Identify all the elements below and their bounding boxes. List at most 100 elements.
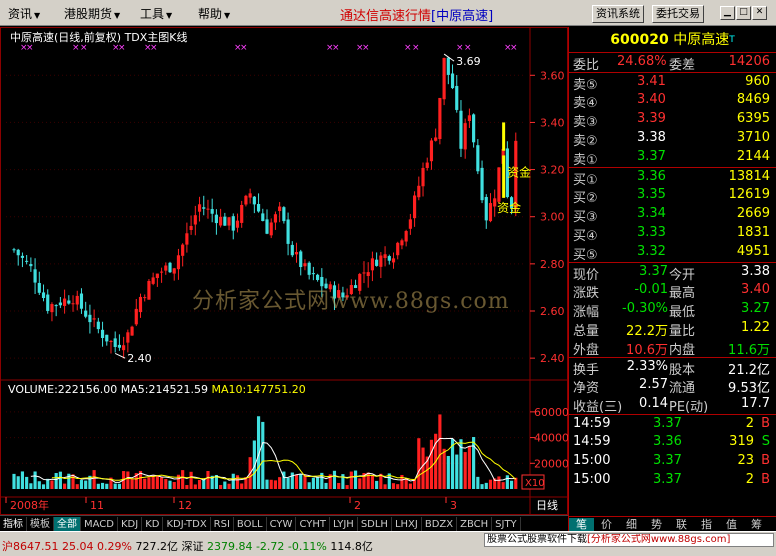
kline-chart: 3.60 3.40 3.20 3.00 2.80 2.60 2.40 60000 40000 20… bbox=[0, 27, 568, 515]
candle-body bbox=[408, 219, 412, 229]
candle-body bbox=[273, 214, 278, 223]
tab-sdlh[interactable]: SDLH bbox=[358, 517, 392, 531]
volume-tick-label: 60000 bbox=[534, 406, 568, 419]
volume-bar bbox=[105, 483, 109, 489]
volume-bar bbox=[58, 471, 62, 489]
volume-bar bbox=[63, 483, 67, 489]
tab-kdj-tdx[interactable]: KDJ-TDX bbox=[163, 517, 211, 531]
side-tab[interactable]: 指 bbox=[694, 518, 719, 531]
maximize-icon[interactable]: □ bbox=[736, 6, 751, 20]
candle-body bbox=[37, 282, 41, 293]
ad-banner[interactable]: 股票公式股票软件下载[分析家公式网www.88gs.com] bbox=[484, 533, 774, 547]
minimize-icon[interactable]: ▁ bbox=[720, 6, 735, 20]
volume-bar bbox=[235, 475, 240, 489]
side-tab[interactable]: 价 bbox=[594, 518, 619, 531]
tab-template[interactable]: 模板 bbox=[27, 517, 54, 531]
candle-body bbox=[425, 162, 429, 168]
candle-body bbox=[143, 297, 147, 299]
volume-bar bbox=[168, 480, 172, 489]
volume-bar bbox=[227, 483, 231, 489]
candle-body bbox=[54, 305, 58, 307]
candle-body bbox=[446, 57, 450, 75]
close-icon[interactable]: ✕ bbox=[752, 6, 767, 20]
side-tab[interactable]: 联 bbox=[669, 518, 694, 531]
candle-body bbox=[67, 300, 71, 304]
candle-body bbox=[383, 254, 387, 259]
volume-bar bbox=[197, 479, 202, 489]
tab-sjty[interactable]: SJTY bbox=[492, 517, 521, 531]
tab-macd[interactable]: MACD bbox=[81, 517, 118, 531]
menu-news[interactable]: 资讯 ▼ bbox=[8, 5, 40, 22]
candle-body bbox=[265, 219, 269, 234]
trade-button[interactable]: 委托交易 bbox=[652, 5, 704, 23]
trade-tick-row: 14:59 3.37 2 B bbox=[569, 414, 776, 433]
menu-hk-futures[interactable]: 港股期货 ▼ bbox=[64, 5, 120, 22]
candle-body bbox=[147, 280, 151, 300]
tab-all[interactable]: 全部 bbox=[54, 517, 81, 531]
tab-zbch[interactable]: ZBCH bbox=[457, 517, 493, 531]
candle-body bbox=[290, 244, 294, 256]
info-system-button[interactable]: 资讯系统 bbox=[592, 5, 644, 23]
candle-body bbox=[223, 216, 227, 226]
candle-body bbox=[105, 334, 109, 342]
volume-bar bbox=[50, 480, 54, 489]
volume-bar bbox=[92, 470, 96, 489]
month-label: 3 bbox=[450, 499, 457, 512]
menu-bar: 资讯 ▼ 港股期货 ▼ 工具 ▼ 帮助 ▼ 通达信高速行情[中原高速] 资讯系统 委托交… bbox=[0, 0, 776, 26]
volume-bar bbox=[130, 479, 134, 489]
candle-body bbox=[459, 110, 463, 149]
side-tab[interactable]: 值 bbox=[719, 518, 744, 531]
volume-bar bbox=[488, 479, 493, 489]
side-tab[interactable]: 细 bbox=[619, 518, 644, 531]
tab-rsi[interactable]: RSI bbox=[211, 517, 234, 531]
volume-bar bbox=[100, 482, 105, 489]
volume-bar bbox=[303, 474, 307, 489]
tab-kd[interactable]: KD bbox=[142, 517, 164, 531]
menu-tools[interactable]: 工具 ▼ bbox=[140, 5, 172, 22]
kline-chart-area[interactable]: 3.60 3.40 3.20 3.00 2.80 2.60 2.40 60000 40000 20… bbox=[0, 27, 568, 515]
tab-lyjh[interactable]: LYJH bbox=[330, 517, 358, 531]
month-label: 11 bbox=[90, 499, 104, 512]
signal-marker: × bbox=[404, 43, 412, 53]
candle-body bbox=[396, 242, 400, 256]
volume-bar bbox=[345, 485, 349, 489]
volume-bar bbox=[396, 484, 400, 489]
volume-bar bbox=[160, 477, 164, 489]
stat-row: 外盘 10.6万 内盘 11.6万 bbox=[573, 343, 770, 358]
candle-body bbox=[29, 264, 33, 267]
tab-indicator[interactable]: 指标 bbox=[0, 517, 27, 531]
side-tab[interactable]: 筹 bbox=[744, 518, 769, 531]
buy-level-row: 买① 3.36 13814 bbox=[569, 167, 776, 188]
volume-bar bbox=[219, 484, 223, 489]
volume-bar bbox=[446, 455, 450, 489]
candle-body bbox=[58, 302, 62, 306]
tab-cyw[interactable]: CYW bbox=[267, 517, 297, 531]
candle-body bbox=[379, 255, 383, 267]
volume-bar bbox=[29, 483, 33, 489]
volume-bar bbox=[408, 483, 412, 489]
volume-bar bbox=[509, 480, 514, 489]
signal-marker: × bbox=[240, 43, 248, 53]
high-label: 3.69 bbox=[456, 55, 481, 68]
candle-body bbox=[366, 272, 370, 276]
candle-body bbox=[480, 167, 484, 201]
month-label: 2008年 bbox=[10, 498, 49, 512]
status-bar: 沪8647.51 25.04 0.29% 727.2亿 深证 2379.84 -… bbox=[0, 531, 776, 556]
stat-row: 涨幅 -0.30% 最低 3.27 bbox=[573, 301, 770, 320]
side-tab[interactable]: 势 bbox=[644, 518, 669, 531]
volume-bar bbox=[193, 484, 197, 489]
tab-bdzx[interactable]: BDZX bbox=[422, 517, 458, 531]
candle-body bbox=[113, 338, 117, 347]
candle-body bbox=[299, 251, 303, 268]
volume-bar bbox=[46, 478, 50, 489]
candle-body bbox=[370, 258, 374, 271]
menu-help[interactable]: 帮助 ▼ bbox=[198, 5, 230, 22]
tab-kdj[interactable]: KDJ bbox=[118, 517, 143, 531]
tab-lhxj[interactable]: LHXJ bbox=[392, 517, 422, 531]
volume-bar bbox=[75, 484, 79, 489]
side-tab[interactable]: 笔 bbox=[569, 518, 594, 531]
volume-bar bbox=[370, 475, 374, 489]
tab-cyht[interactable]: CYHT bbox=[296, 517, 330, 531]
volume-bar bbox=[480, 484, 484, 489]
tab-boll[interactable]: BOLL bbox=[234, 517, 267, 531]
